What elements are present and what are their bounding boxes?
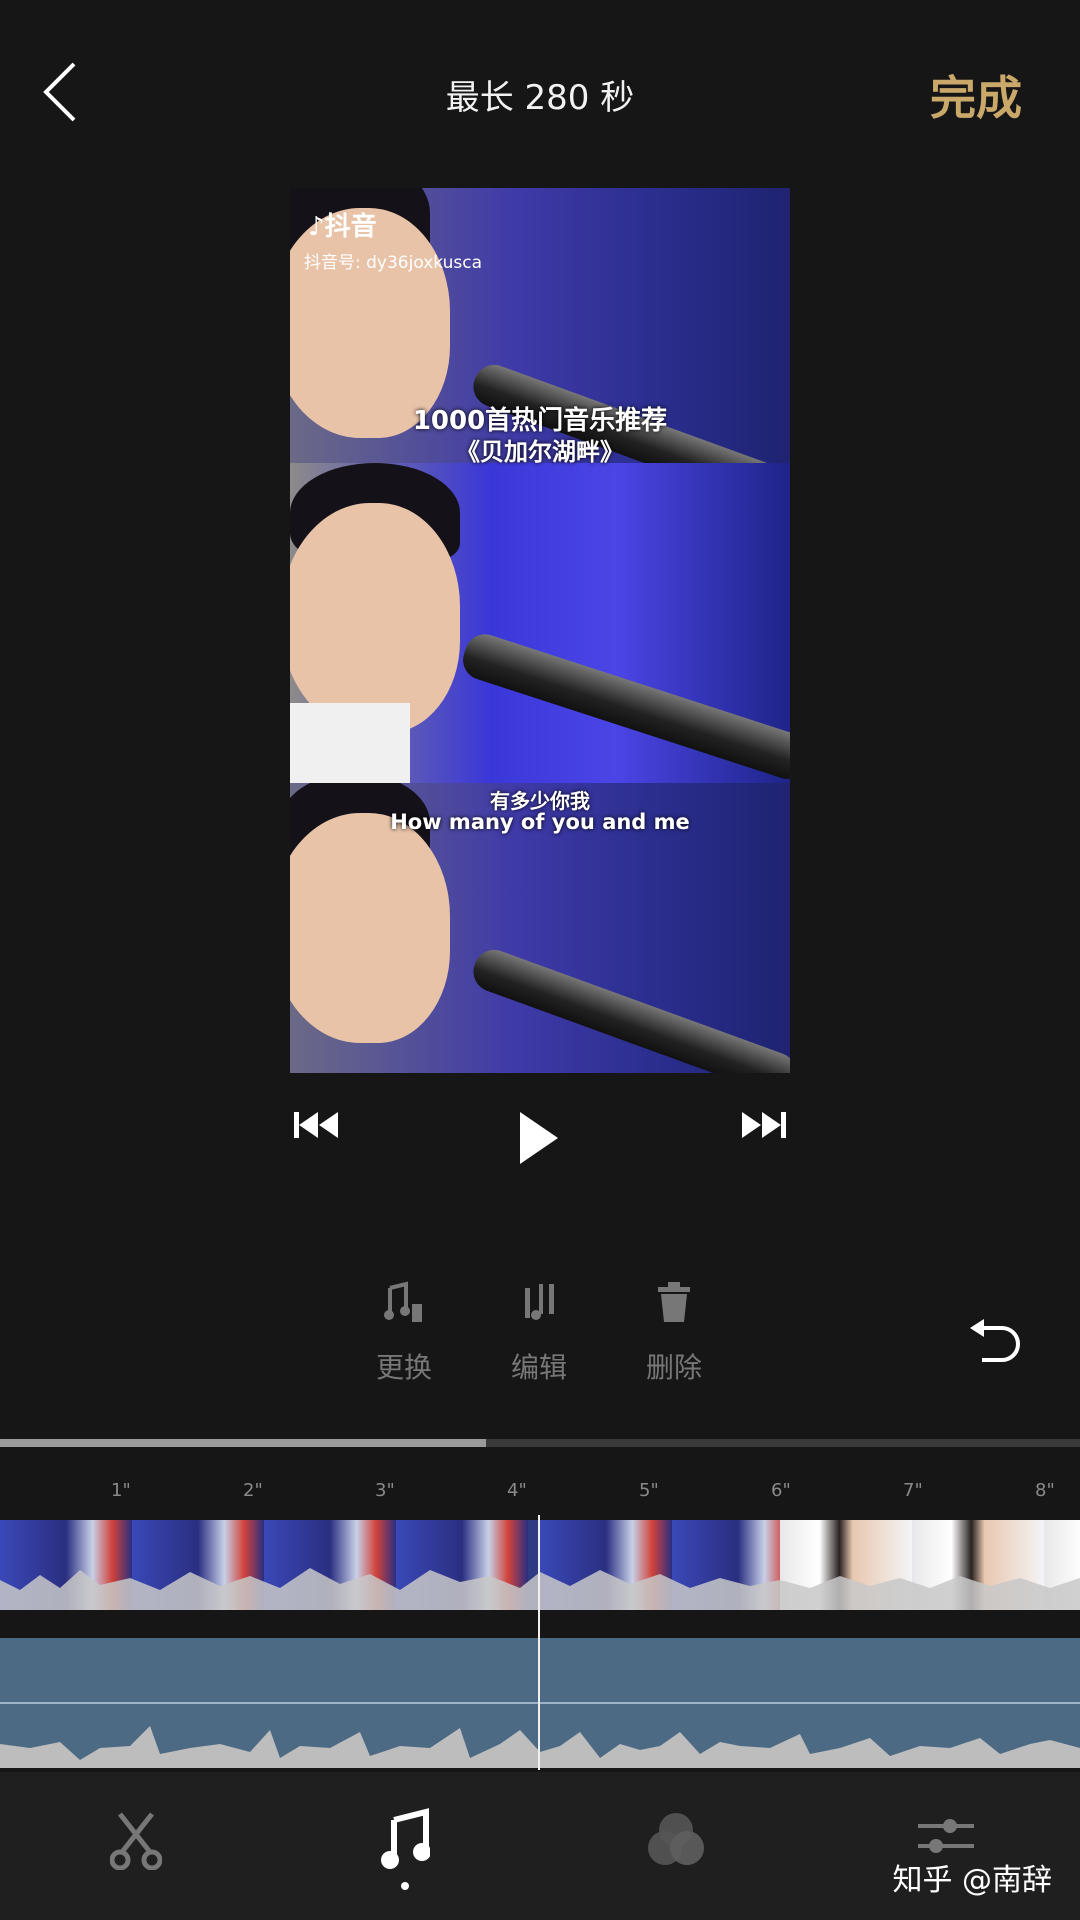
scissors-icon: [109, 1812, 163, 1871]
edit-label: 编辑: [510, 1351, 567, 1384]
undo-icon: [970, 1319, 1020, 1362]
douyin-app-name: 抖音: [324, 212, 377, 242]
time-tick: 2": [243, 1480, 263, 1501]
video-preview[interactable]: ♪抖音 抖音号: dy36joxkusca 1000首热门音乐推荐 《贝加尔湖畔…: [290, 188, 790, 1073]
lyric-english: How many of you and me: [390, 810, 690, 834]
tiktok-note-icon: ♪: [308, 212, 325, 242]
nav-adjust[interactable]: [914, 1816, 978, 1860]
active-indicator: [401, 1882, 409, 1890]
edit-music-button[interactable]: 编辑: [484, 1280, 594, 1386]
page-title: 最长 280 秒: [445, 78, 635, 118]
playhead[interactable]: [538, 1515, 540, 1770]
replace-label: 更换: [375, 1351, 432, 1384]
time-tick: 4": [507, 1480, 527, 1501]
timeline-progress-fill: [0, 1439, 486, 1447]
next-button[interactable]: [740, 1110, 786, 1144]
time-tick: 1": [111, 1480, 131, 1501]
music-note-icon: [381, 1808, 431, 1869]
time-tick: 6": [771, 1480, 791, 1501]
replace-music-button[interactable]: 更换: [349, 1280, 459, 1386]
music-edit-icon: [525, 1284, 554, 1320]
video-track[interactable]: [0, 1520, 1080, 1610]
time-tick: 8": [1035, 1480, 1055, 1501]
video-audio-waveform: [0, 1568, 1080, 1610]
play-icon: [520, 1112, 558, 1164]
previous-button[interactable]: [294, 1110, 340, 1144]
undo-button[interactable]: [968, 1318, 1020, 1370]
caption-line-2: 《贝加尔湖畔》: [456, 438, 624, 466]
nav-filter[interactable]: [645, 1810, 707, 1872]
nav-trim[interactable]: [109, 1812, 163, 1874]
done-button[interactable]: 完成: [930, 62, 1022, 128]
music-track[interactable]: [0, 1638, 1080, 1768]
delete-music-button[interactable]: 删除: [619, 1280, 729, 1386]
time-tick: 5": [639, 1480, 659, 1501]
douyin-logo: ♪抖音: [308, 206, 377, 243]
time-tick: 3": [375, 1480, 395, 1501]
music-replace-icon: [384, 1281, 422, 1322]
trash-icon: [658, 1282, 690, 1322]
douyin-account-id: 抖音号: dy36joxkusca: [304, 253, 482, 273]
adjust-sliders-icon: [918, 1819, 974, 1853]
nav-music[interactable]: [380, 1808, 431, 1890]
time-tick: 7": [903, 1480, 923, 1501]
zhihu-watermark: 知乎 @南辞: [892, 1863, 1052, 1898]
skip-previous-icon: [294, 1112, 338, 1138]
music-waveform: [0, 1726, 1080, 1768]
delete-label: 删除: [645, 1351, 702, 1384]
video-frame-middle: [290, 463, 790, 783]
play-button[interactable]: [518, 1110, 560, 1170]
filter-circles-icon: [648, 1813, 704, 1865]
skip-next-icon: [742, 1112, 786, 1138]
